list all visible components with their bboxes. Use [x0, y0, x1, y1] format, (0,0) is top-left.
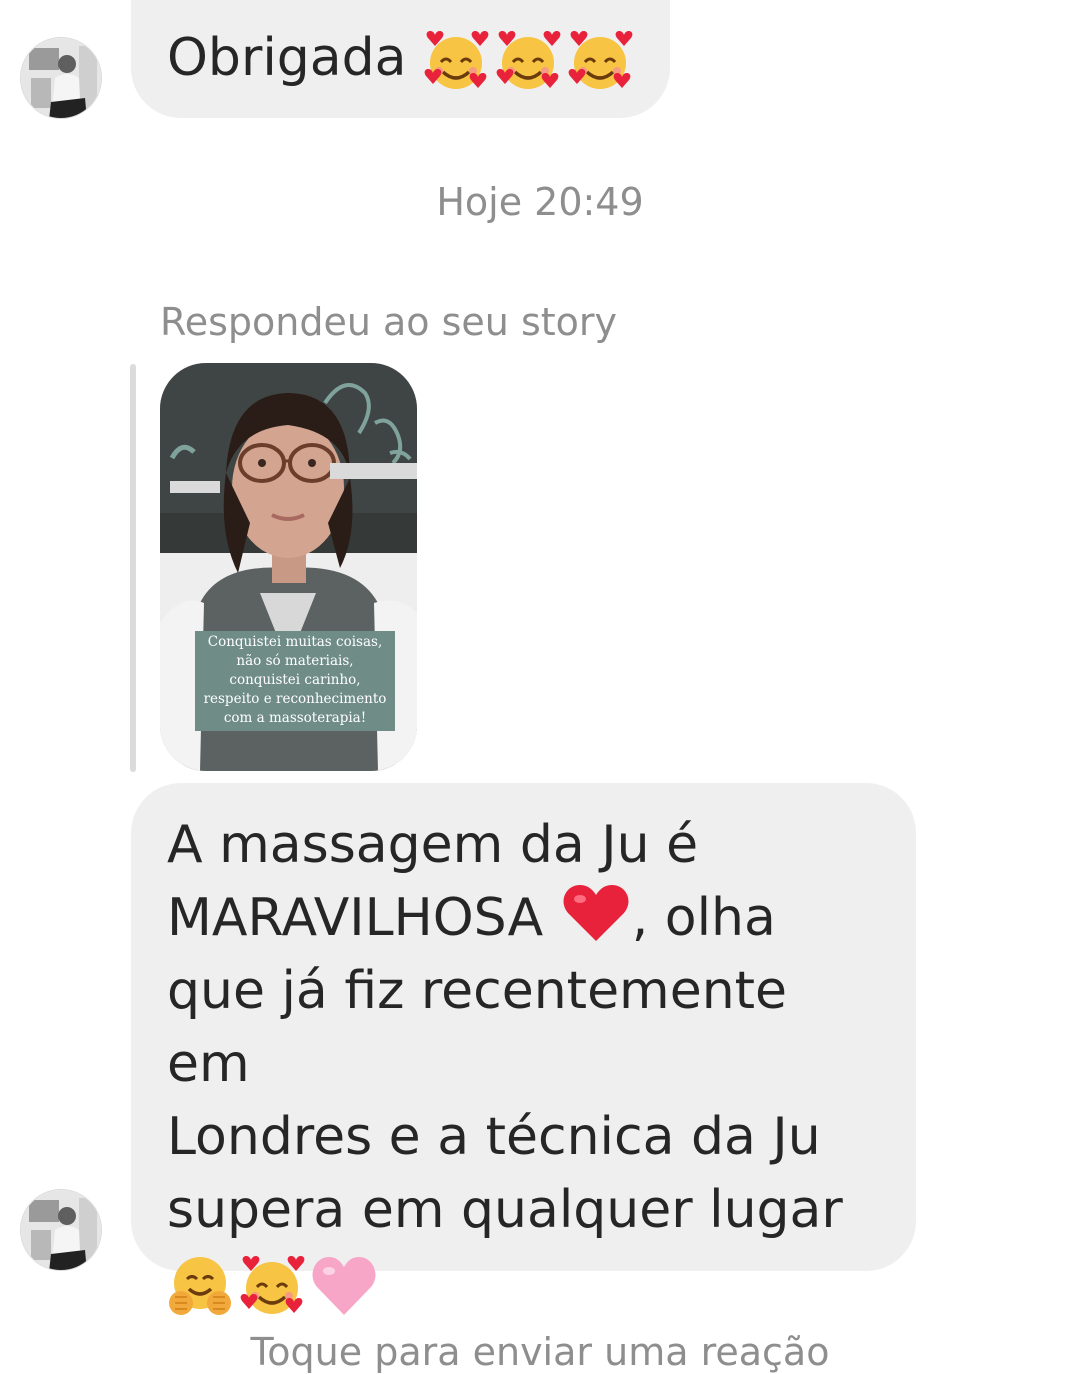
red-heart-emoji: [563, 885, 629, 941]
avatar[interactable]: [20, 37, 102, 119]
hugging-face-emoji: [169, 1257, 231, 1315]
message-bubble[interactable]: Obrigada: [131, 0, 670, 118]
emoji-group: [423, 28, 633, 94]
avatar-photo: [21, 38, 101, 118]
emoji-group: [167, 1253, 377, 1319]
pink-heart-emoji: [312, 1257, 376, 1315]
message-timestamp: Hoje 20:49: [436, 180, 644, 224]
reaction-hint[interactable]: Toque para enviar uma reação: [0, 1330, 1080, 1374]
message-text: A massagem da Ju é MARAVILHOSA , olha qu…: [167, 809, 886, 1320]
reply-indicator-bar: [130, 364, 136, 772]
message-bubble[interactable]: A massagem da Ju é MARAVILHOSA , olha qu…: [131, 783, 916, 1315]
smiling-face-with-hearts-emoji: [424, 31, 489, 89]
smiling-face-with-hearts-emoji: [568, 31, 633, 89]
story-thumbnail[interactable]: Conquistei muitas coisas, não só materia…: [160, 363, 417, 771]
story-caption: Conquistei muitas coisas, não só materia…: [195, 631, 395, 731]
smiling-face-with-hearts-emoji: [240, 1256, 305, 1314]
avatar[interactable]: [20, 1189, 102, 1271]
smiling-face-with-hearts-emoji: [496, 31, 561, 89]
story-reply-label: Respondeu ao seu story: [160, 300, 618, 344]
message-text: Obrigada: [167, 22, 670, 95]
avatar-photo: [21, 1190, 101, 1270]
